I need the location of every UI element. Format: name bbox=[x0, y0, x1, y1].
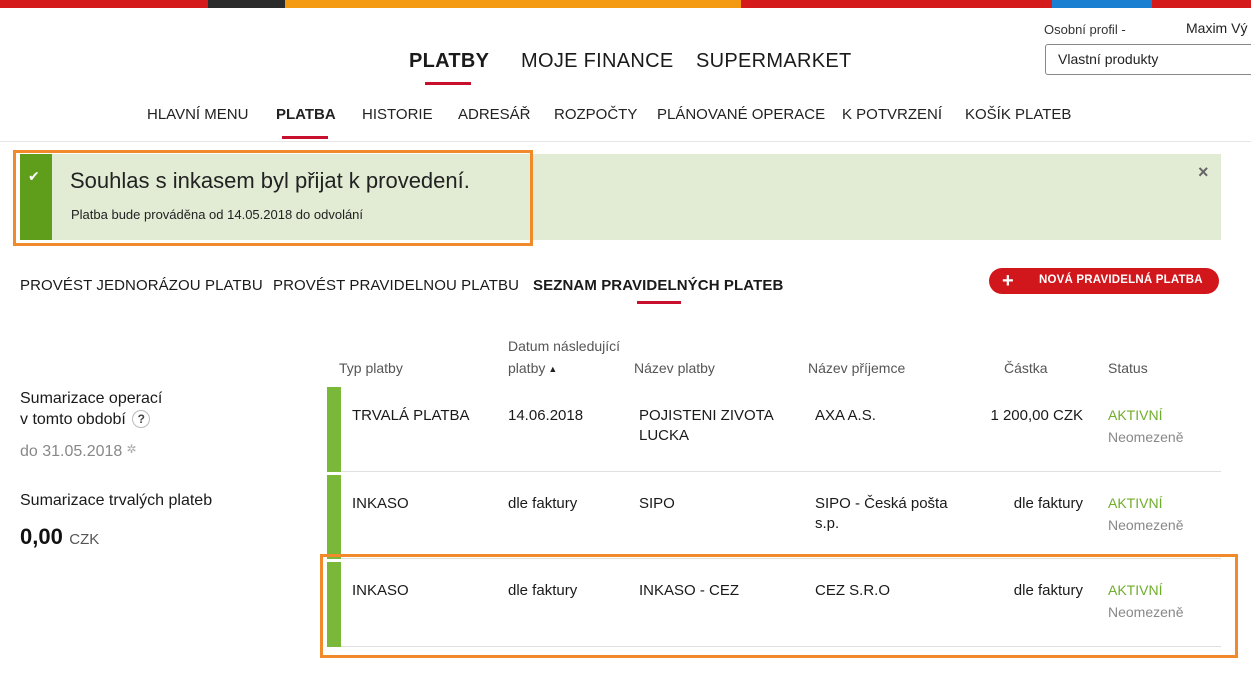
new-standing-payment-button[interactable]: + NOVÁ PRAVIDELNÁ PLATBA bbox=[989, 268, 1219, 294]
row-recipient-cont: s.p. bbox=[815, 515, 840, 532]
header-status[interactable]: Status bbox=[1108, 360, 1148, 376]
close-icon[interactable]: × bbox=[1198, 162, 1209, 183]
nav-platby[interactable]: PLATBY bbox=[409, 50, 489, 73]
help-icon[interactable]: ? bbox=[132, 410, 151, 428]
profile-select[interactable]: Vlastní produkty bbox=[1045, 44, 1251, 75]
plus-icon: + bbox=[1002, 270, 1014, 292]
standing-summary-currency: CZK bbox=[69, 531, 100, 548]
new-standing-payment-label: NOVÁ PRAVIDELNÁ PLATBA bbox=[1039, 274, 1203, 286]
row-date: 14.06.2018 bbox=[508, 407, 584, 424]
profile-menu[interactable]: Osobní profil - bbox=[1044, 22, 1126, 37]
row-status: AKTIVNÍ bbox=[1108, 407, 1163, 423]
row-recipient: SIPO - Česká pošta bbox=[815, 495, 948, 512]
row-type: INKASO bbox=[352, 582, 409, 599]
operations-summary-line2: v tomto období bbox=[20, 411, 126, 428]
standing-summary-value: 0,00 bbox=[20, 524, 63, 549]
row-amount: dle faktury bbox=[1013, 582, 1083, 599]
row-name: INKASO - CEZ bbox=[639, 582, 740, 599]
subnav-rozpocty[interactable]: ROZPOČTY bbox=[554, 106, 637, 123]
row-amount: dle faktury bbox=[1013, 495, 1083, 512]
tab-standing-payments-list[interactable]: SEZNAM PRAVIDELNÝCH PLATEB bbox=[533, 277, 783, 294]
tab-one-time-payment[interactable]: PROVÉST JEDNORÁZOU PLATBU bbox=[20, 277, 263, 294]
summary-period: do 31.05.2018 ✲ bbox=[20, 442, 136, 461]
table-row[interactable]: INKASO dle faktury INKASO - CEZ CEZ S.R.… bbox=[327, 562, 1221, 647]
operations-summary-title: Sumarizace operací v tomto období ? bbox=[20, 388, 162, 430]
user-name[interactable]: Maxim Vý bbox=[1186, 20, 1247, 36]
sort-ascending-icon[interactable]: ▲ bbox=[548, 364, 557, 374]
operations-summary-line1: Sumarizace operací bbox=[20, 390, 163, 407]
row-type: TRVALÁ PLATBA bbox=[352, 407, 470, 424]
row-status-bar bbox=[327, 387, 341, 472]
header-type[interactable]: Typ platby bbox=[339, 360, 403, 376]
row-validity: Neomezeně bbox=[1108, 429, 1184, 445]
nav-supermarket[interactable]: SUPERMARKET bbox=[696, 50, 852, 73]
row-status: AKTIVNÍ bbox=[1108, 495, 1163, 511]
stripe-segment bbox=[741, 0, 1052, 8]
row-date: dle faktury bbox=[508, 582, 578, 599]
row-status-bar bbox=[327, 562, 341, 647]
alert-title: Souhlas s inkasem byl přijat k provedení… bbox=[70, 168, 470, 193]
stripe-segment bbox=[0, 0, 208, 8]
table-row[interactable]: TRVALÁ PLATBA 14.06.2018 POJISTENI ZIVOT… bbox=[327, 387, 1221, 472]
subnav-k-potvrzeni[interactable]: K POTVRZENÍ bbox=[842, 106, 942, 123]
stripe-segment bbox=[285, 0, 741, 8]
subnav-planovane-operace[interactable]: PLÁNOVANÉ OPERACE bbox=[657, 106, 825, 123]
success-alert: ✔ Souhlas s inkasem byl přijat k provede… bbox=[20, 154, 1221, 240]
table-row[interactable]: INKASO dle faktury SIPO SIPO - Česká poš… bbox=[327, 475, 1221, 559]
header-date-line1[interactable]: Datum následující bbox=[508, 338, 620, 354]
brand-color-stripe bbox=[0, 0, 1251, 8]
active-tab-indicator bbox=[637, 301, 681, 304]
subnav-platba[interactable]: PLATBA bbox=[276, 106, 336, 123]
row-validity: Neomezeně bbox=[1108, 604, 1184, 620]
subnav-historie[interactable]: HISTORIE bbox=[362, 106, 433, 123]
row-recipient: CEZ S.R.O bbox=[815, 582, 891, 599]
subnav-hlavni-menu[interactable]: HLAVNÍ MENU bbox=[147, 106, 248, 123]
standing-summary-amount: 0,00 CZK bbox=[20, 524, 99, 550]
header-name[interactable]: Název platby bbox=[634, 360, 715, 376]
stripe-segment bbox=[1052, 0, 1152, 8]
tab-standing-payment[interactable]: PROVÉST PRAVIDELNOU PLATBU bbox=[273, 277, 519, 294]
header-recipient[interactable]: Název příjemce bbox=[808, 360, 905, 376]
row-amount: 1 200,00 CZK bbox=[990, 407, 1083, 424]
check-icon: ✔ bbox=[28, 168, 40, 184]
header-date[interactable]: platby ▲ bbox=[508, 360, 557, 376]
row-name: POJISTENI ZIVOTA bbox=[639, 407, 774, 424]
subnav-kosik-plateb[interactable]: KOŠÍK PLATEB bbox=[965, 106, 1071, 123]
subnav-adresar[interactable]: ADRESÁŘ bbox=[458, 106, 531, 123]
row-status: AKTIVNÍ bbox=[1108, 582, 1163, 598]
row-status-bar bbox=[327, 475, 341, 559]
active-nav-indicator bbox=[425, 82, 471, 85]
header-date-line2[interactable]: platby bbox=[508, 360, 545, 376]
summary-date: do 31.05.2018 bbox=[20, 443, 123, 460]
active-subnav-indicator bbox=[282, 136, 328, 139]
row-recipient: AXA A.S. bbox=[815, 407, 876, 424]
stripe-segment bbox=[208, 0, 285, 8]
sub-navigation: HLAVNÍ MENU PLATBA HISTORIE ADRESÁŘ ROZP… bbox=[0, 106, 1251, 142]
row-validity: Neomezeně bbox=[1108, 517, 1184, 533]
row-name: SIPO bbox=[639, 495, 675, 512]
nav-moje-finance[interactable]: MOJE FINANCE bbox=[521, 50, 674, 73]
row-type: INKASO bbox=[352, 495, 409, 512]
gear-icon[interactable]: ✲ bbox=[126, 442, 136, 456]
alert-status-bar bbox=[20, 154, 52, 240]
header-amount[interactable]: Částka bbox=[1004, 360, 1048, 376]
row-date: dle faktury bbox=[508, 495, 578, 512]
alert-message: Platba bude prováděna od 14.05.2018 do o… bbox=[71, 207, 364, 222]
row-name-cont: LUCKA bbox=[639, 427, 690, 444]
standing-summary-title: Sumarizace trvalých plateb bbox=[20, 492, 213, 509]
stripe-segment bbox=[1152, 0, 1251, 8]
